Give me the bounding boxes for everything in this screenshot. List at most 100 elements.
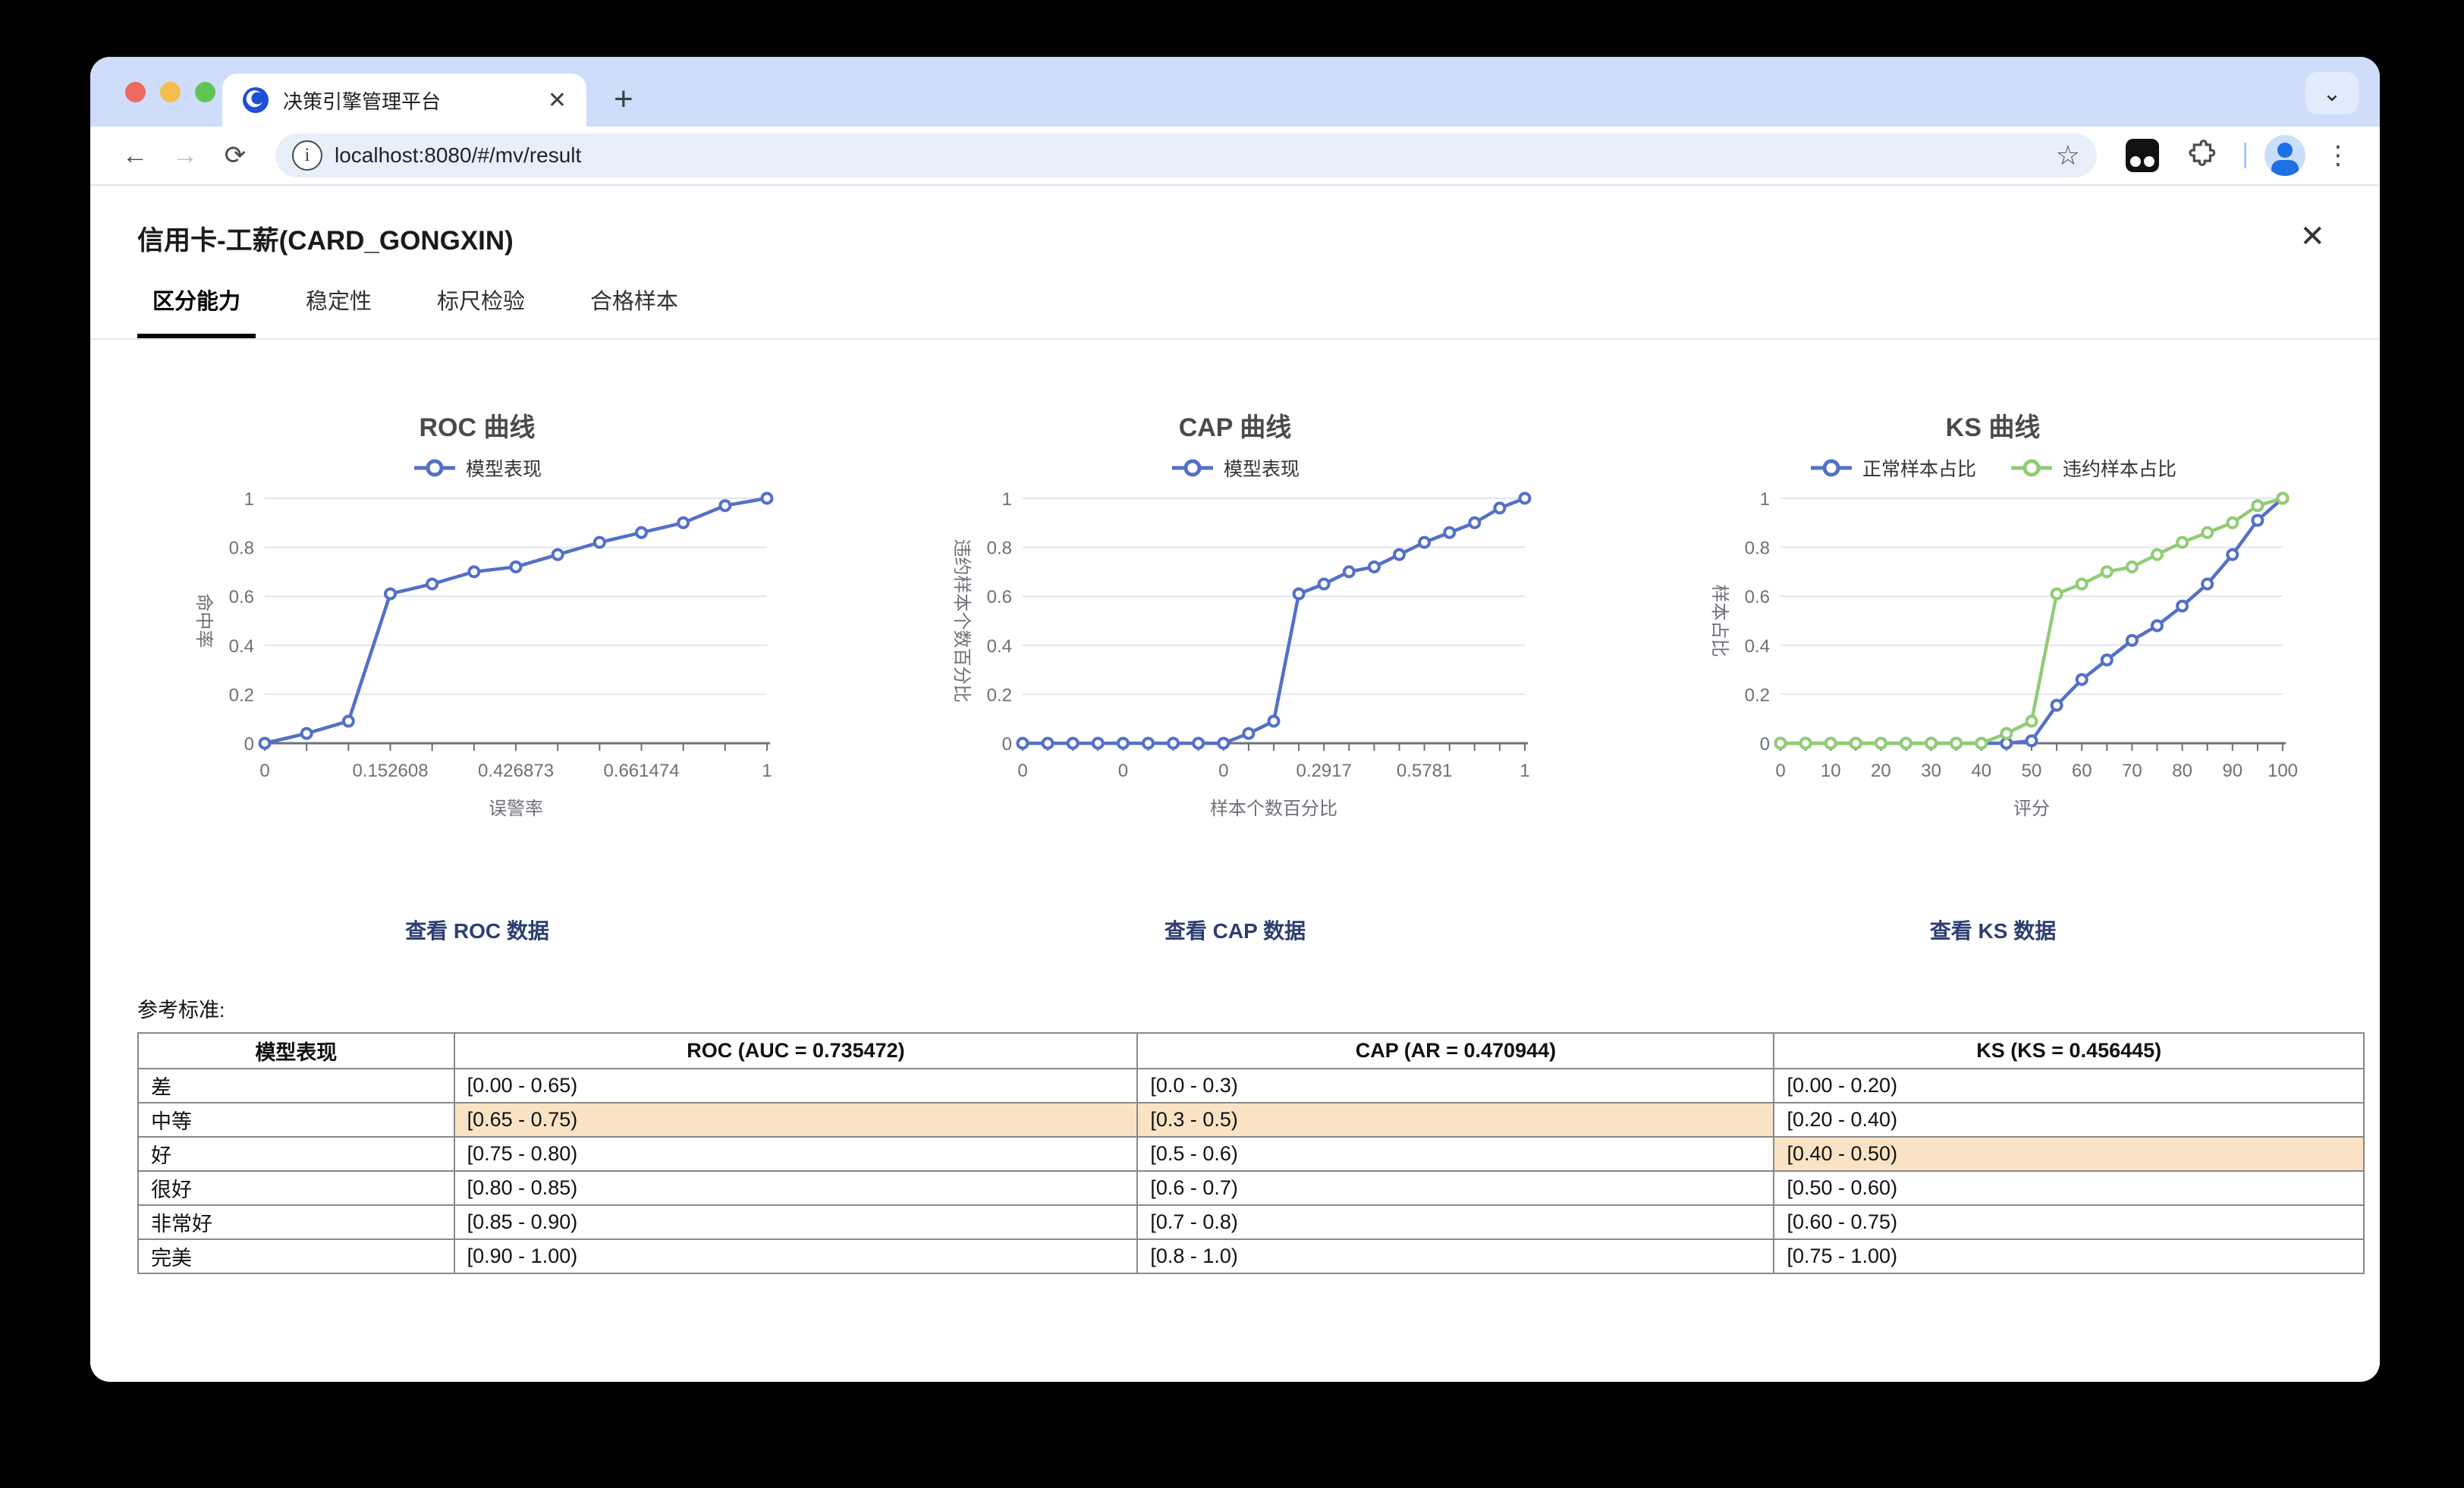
chart-ROC 曲线: ROC 曲线 模型表现 0 0.2 0.4 0.6 0.8 1 命中率 0 0.152608 0.42…: [166, 407, 788, 842]
table-cell-cap: [0.0 - 0.3): [1136, 1068, 1775, 1103]
close-window-icon[interactable]: [125, 82, 146, 102]
tab-稳定性[interactable]: 稳定性: [291, 284, 387, 338]
table-row: 非常好 [0.85 - 0.90) [0.7 - 0.8) [0.60 - 0.75): [137, 1204, 2365, 1240]
forward-icon: →: [172, 140, 198, 170]
view-data-link[interactable]: 查看 ROC 数据: [405, 919, 549, 943]
table-body: 差 [0.00 - 0.65) [0.0 - 0.3) [0.00 - 0.20) 中等…: [137, 1068, 2365, 1274]
table-row: 差 [0.00 - 0.65) [0.0 - 0.3) [0.00 - 0.20): [137, 1068, 2365, 1103]
url-bar[interactable]: i localhost:8080/#/mv/result ☆: [275, 133, 2097, 177]
chart-plot: 0 0.2 0.4 0.6 0.8 1 命中率 0 0.152608 0.426873 0.6614…: [193, 489, 774, 819]
minimize-window-icon[interactable]: [160, 82, 181, 102]
legend-marker-icon: [413, 459, 455, 477]
svg-text:0.2917: 0.2917: [1296, 761, 1351, 781]
svg-text:0.4: 0.4: [229, 636, 254, 657]
reload-icon[interactable]: ⟳: [213, 133, 257, 177]
chart-title: CAP 曲线: [1178, 413, 1292, 442]
tab-标尺检验[interactable]: 标尺检验: [422, 284, 540, 338]
page-content: 信用卡-工薪(CARD_GONGXIN) ✕ 区分能力 稳定性 标尺检验 合格样本 R…: [90, 186, 2380, 1380]
svg-text:20: 20: [1871, 761, 1891, 781]
table-row: 中等 [0.65 - 0.75) [0.3 - 0.5) [0.20 - 0.40): [137, 1102, 2365, 1138]
reference-label: 参考标准:: [137, 999, 225, 1022]
table-cell-cap: [0.6 - 0.7): [1136, 1170, 1775, 1206]
tab-title: 决策引擎管理平台: [283, 89, 442, 113]
chart-plot: 0 0.2 0.4 0.6 0.8 1 样本占比 0 10 20 30 40 50 60 70 80 90 100…: [1709, 489, 2298, 819]
svg-text:50: 50: [2022, 761, 2042, 781]
browser-tab[interactable]: 决策引擎管理平台 ✕: [222, 74, 586, 127]
table-cell-ks: [0.20 - 0.40): [1773, 1102, 2365, 1138]
svg-text:0.4: 0.4: [1745, 636, 1770, 657]
table-row: 好 [0.75 - 0.80) [0.5 - 0.6) [0.40 - 0.50): [137, 1136, 2365, 1172]
site-info-icon[interactable]: i: [292, 140, 322, 171]
table-cell-label: 差: [137, 1068, 455, 1103]
table-cell-roc: [0.65 - 0.75): [453, 1102, 1139, 1138]
table-cell-roc: [0.85 - 0.90): [453, 1204, 1139, 1240]
table-header-cell: KS (KS = 0.456445): [1773, 1032, 2365, 1069]
legend-marker-icon: [1171, 459, 1213, 477]
browser-window: 决策引擎管理平台 ✕ + ⌄ ← → ⟳ i localhost:8080/#/…: [90, 57, 2380, 1382]
svg-text:100: 100: [2268, 761, 2298, 781]
svg-text:1: 1: [1760, 489, 1770, 510]
legend-item[interactable]: 模型表现: [1171, 454, 1300, 482]
svg-text:0.426873: 0.426873: [478, 761, 554, 781]
svg-text:样本占比: 样本占比: [1709, 585, 1730, 658]
url-text[interactable]: localhost:8080/#/mv/result: [335, 143, 2044, 168]
view-data-link[interactable]: 查看 CAP 数据: [1164, 919, 1306, 943]
svg-text:1: 1: [1002, 489, 1012, 510]
svg-text:0.6: 0.6: [1745, 587, 1770, 607]
chart-legend: 正常样本占比 违约样本占比: [1682, 454, 2304, 482]
chart-legend: 模型表现: [166, 454, 788, 482]
table-cell-cap: [0.5 - 0.6): [1136, 1136, 1775, 1172]
svg-text:0.152608: 0.152608: [352, 761, 428, 781]
svg-text:0.2: 0.2: [1745, 685, 1770, 705]
svg-text:命中率: 命中率: [193, 594, 214, 648]
tab-search-chevron-icon[interactable]: ⌄: [2305, 72, 2359, 115]
table-cell-roc: [0.00 - 0.65): [453, 1068, 1139, 1103]
svg-text:0: 0: [1218, 761, 1228, 781]
tab-区分能力[interactable]: 区分能力: [137, 284, 256, 338]
zoom-window-icon[interactable]: [195, 82, 215, 102]
profile-avatar[interactable]: [2264, 135, 2305, 176]
legend-item[interactable]: 违约样本占比: [2010, 454, 2176, 482]
charts-row: ROC 曲线 模型表现 0 0.2 0.4 0.6 0.8 1 命中率 0 0.152608 0.42…: [90, 407, 2380, 842]
legend-item[interactable]: 正常样本占比: [1809, 454, 1976, 482]
view-data-link[interactable]: 查看 KS 数据: [1930, 919, 2056, 943]
svg-text:0.8: 0.8: [987, 538, 1012, 559]
table-header-cell: ROC (AUC = 0.735472): [453, 1032, 1139, 1069]
svg-text:误警率: 误警率: [489, 799, 543, 819]
new-tab-button[interactable]: +: [614, 83, 633, 116]
extension-icon[interactable]: [2126, 139, 2159, 172]
table-header-row: 模型表现 ROC (AUC = 0.735472) CAP (AR = 0.4709…: [137, 1032, 2365, 1069]
page-close-icon[interactable]: ✕: [2299, 219, 2325, 254]
svg-text:30: 30: [1921, 761, 1941, 781]
table-cell-label: 很好: [137, 1170, 455, 1206]
table-cell-ks: [0.75 - 1.00): [1773, 1238, 2365, 1274]
table-cell-ks: [0.00 - 0.20): [1773, 1068, 2365, 1103]
legend-marker-icon: [2011, 459, 2052, 477]
tab-close-icon[interactable]: ✕: [548, 87, 567, 114]
svg-text:0.2: 0.2: [987, 685, 1012, 705]
svg-text:违约样本个数百分比: 违约样本个数百分比: [951, 539, 972, 703]
toolbar-divider: [2244, 143, 2246, 168]
svg-text:40: 40: [1971, 761, 1991, 781]
tab-合格样本[interactable]: 合格样本: [575, 284, 693, 338]
bookmark-star-icon[interactable]: ☆: [2056, 140, 2080, 171]
back-icon[interactable]: ←: [113, 133, 157, 177]
menu-kebab-icon[interactable]: ⋮: [2325, 140, 2351, 171]
svg-text:1: 1: [244, 489, 254, 510]
table-header-cell: CAP (AR = 0.470944): [1136, 1032, 1775, 1069]
table-cell-cap: [0.7 - 0.8): [1136, 1204, 1775, 1240]
table-cell-label: 好: [137, 1136, 455, 1172]
table-cell-ks: [0.50 - 0.60): [1773, 1170, 2365, 1206]
chart-title: ROC 曲线: [419, 413, 536, 442]
table-row: 完美 [0.90 - 1.00) [0.8 - 1.0) [0.75 - 1.00): [137, 1238, 2365, 1274]
table-cell-cap: [0.3 - 0.5): [1136, 1102, 1775, 1138]
browser-toolbar: ← → ⟳ i localhost:8080/#/mv/result ☆ ⋮: [90, 127, 2380, 186]
extensions-puzzle-icon[interactable]: [2183, 138, 2218, 173]
svg-text:0.8: 0.8: [1745, 538, 1770, 559]
legend-item[interactable]: 模型表现: [413, 454, 542, 482]
svg-text:70: 70: [2122, 761, 2142, 781]
svg-text:0.6: 0.6: [987, 587, 1012, 607]
svg-text:0: 0: [1775, 761, 1785, 781]
table-cell-label: 完美: [137, 1238, 455, 1274]
svg-text:10: 10: [1821, 761, 1841, 781]
